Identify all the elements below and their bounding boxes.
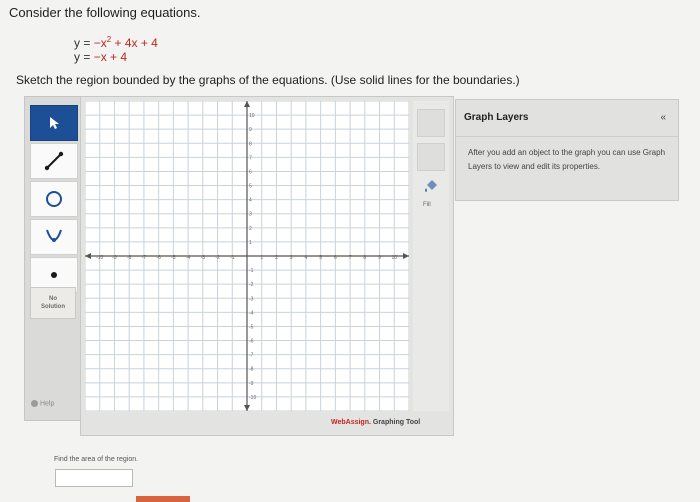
no-solution-button[interactable]: No Solution xyxy=(30,287,76,319)
y-tick-label: 3 xyxy=(249,212,252,218)
fill-label: Fill xyxy=(423,202,431,208)
x-tick-label: -8 xyxy=(127,255,132,261)
y-tick-label: 7 xyxy=(249,155,252,161)
equation-2-prefix: y = xyxy=(74,50,94,64)
x-tick-label: 3 xyxy=(290,255,293,261)
no-solution-line1: No xyxy=(49,296,57,302)
equation-2-term: −x + 4 xyxy=(93,50,128,64)
delete-button[interactable] xyxy=(417,109,445,137)
question-intro: Consider the following equations. xyxy=(9,5,201,20)
y-tick-label: 5 xyxy=(249,184,252,190)
x-axis-arrow-left xyxy=(85,253,91,259)
y-tick-label: 2 xyxy=(249,226,252,232)
graph-toolbar: No Solution Help xyxy=(24,96,82,421)
y-tick-label: -1 xyxy=(249,268,254,274)
line-icon xyxy=(44,151,64,171)
parabola-tool-button[interactable] xyxy=(30,219,78,255)
x-tick-label: 9 xyxy=(378,255,381,261)
y-tick-label: 8 xyxy=(249,141,252,147)
graph-layers-title: Graph Layers xyxy=(464,112,529,123)
y-tick-label: -7 xyxy=(249,353,254,359)
x-tick-label: -1 xyxy=(230,255,235,261)
equation-1-term: −x xyxy=(93,36,107,50)
y-tick-label: -9 xyxy=(249,381,254,387)
y-tick-label: -5 xyxy=(249,324,254,330)
area-answer-input[interactable] xyxy=(55,469,133,487)
point-icon xyxy=(51,272,57,278)
undo-button[interactable] xyxy=(417,143,445,171)
line-tool-button[interactable] xyxy=(30,143,78,179)
area-prompt: Find the area of the region. xyxy=(54,456,139,463)
x-tick-label: 7 xyxy=(349,255,352,261)
x-tick-label: -10 xyxy=(96,255,103,261)
help-label: Help xyxy=(39,400,55,408)
help-icon xyxy=(31,400,38,407)
y-tick-label: -4 xyxy=(249,310,254,316)
graph-layers-header: Graph Layers « xyxy=(456,100,678,137)
circle-icon xyxy=(46,191,62,207)
no-solution-line2: Solution xyxy=(41,304,65,310)
y-tick-label: -10 xyxy=(249,395,256,401)
y-axis-arrow-down xyxy=(244,405,250,411)
y-tick-label: -6 xyxy=(249,339,254,345)
x-tick-label: 5 xyxy=(319,255,322,261)
x-axis-arrow-right xyxy=(403,253,409,259)
equation-1: y = −x2 + 4x + 4 xyxy=(74,35,158,50)
y-tick-label: -8 xyxy=(249,367,254,373)
y-tick-label: 6 xyxy=(249,169,252,175)
plot-area[interactable]: -10 -9 -8 -7 -6 -5 -4 -3 -2 -1 1 2 3 4 5 6 7 8 9 10 -10 -9 -8 -… xyxy=(84,100,410,412)
x-tick-label: 10 xyxy=(391,255,397,261)
brand-suffix: . Graphing Tool xyxy=(369,419,421,426)
equation-1-rest: + 4x + 4 xyxy=(111,36,158,50)
x-tick-label: -6 xyxy=(156,255,161,261)
equation-2: y = −x + 4 xyxy=(74,50,127,64)
y-tick-label: 4 xyxy=(249,198,252,204)
y-tick-label: -3 xyxy=(249,296,254,302)
graph-layers-description: After you add an object to the graph you… xyxy=(468,148,666,171)
instruction-text: Sketch the region bounded by the graphs … xyxy=(16,73,520,87)
x-tick-label: -2 xyxy=(215,255,220,261)
graph-layers-panel: Graph Layers « After you add an object t… xyxy=(455,99,679,201)
graphing-tool-brand: WebAssign. Graphing Tool xyxy=(331,419,420,426)
submit-tab[interactable] xyxy=(136,496,190,502)
coordinate-grid[interactable]: -10 -9 -8 -7 -6 -5 -4 -3 -2 -1 1 2 3 4 5 6 7 8 9 10 -10 -9 -8 -… xyxy=(84,100,410,412)
fill-button[interactable] xyxy=(424,179,438,200)
collapse-icon[interactable]: « xyxy=(660,112,666,123)
x-tick-label: -9 xyxy=(112,255,117,261)
brand-name: WebAssign xyxy=(331,419,369,426)
fill-bucket-icon xyxy=(425,180,437,192)
equation-1-prefix: y = xyxy=(74,36,94,50)
y-axis-arrow-up xyxy=(244,101,250,107)
help-link[interactable]: Help xyxy=(31,400,54,407)
x-tick-label: -7 xyxy=(142,255,147,261)
pointer-icon xyxy=(50,117,59,129)
parabola-icon xyxy=(46,229,62,242)
x-tick-label: 6 xyxy=(334,255,337,261)
pointer-tool-button[interactable] xyxy=(30,105,78,141)
x-tick-label: 2 xyxy=(275,255,278,261)
y-tick-label: 10 xyxy=(249,113,255,119)
y-tick-label: 9 xyxy=(249,127,252,133)
x-tick-label: -4 xyxy=(186,255,191,261)
graph-side-controls: Fill xyxy=(413,101,449,411)
y-tick-label: -2 xyxy=(249,282,254,288)
graph-frame: -10 -9 -8 -7 -6 -5 -4 -3 -2 -1 1 2 3 4 5 6 7 8 9 10 -10 -9 -8 -… xyxy=(80,96,454,436)
y-tick-label: 1 xyxy=(249,240,252,246)
x-tick-label: -5 xyxy=(171,255,176,261)
x-tick-label: 4 xyxy=(305,255,308,261)
circle-tool-button[interactable] xyxy=(30,181,78,217)
x-tick-label: 8 xyxy=(363,255,366,261)
x-tick-label: 1 xyxy=(260,255,263,261)
x-tick-label: -3 xyxy=(201,255,206,261)
